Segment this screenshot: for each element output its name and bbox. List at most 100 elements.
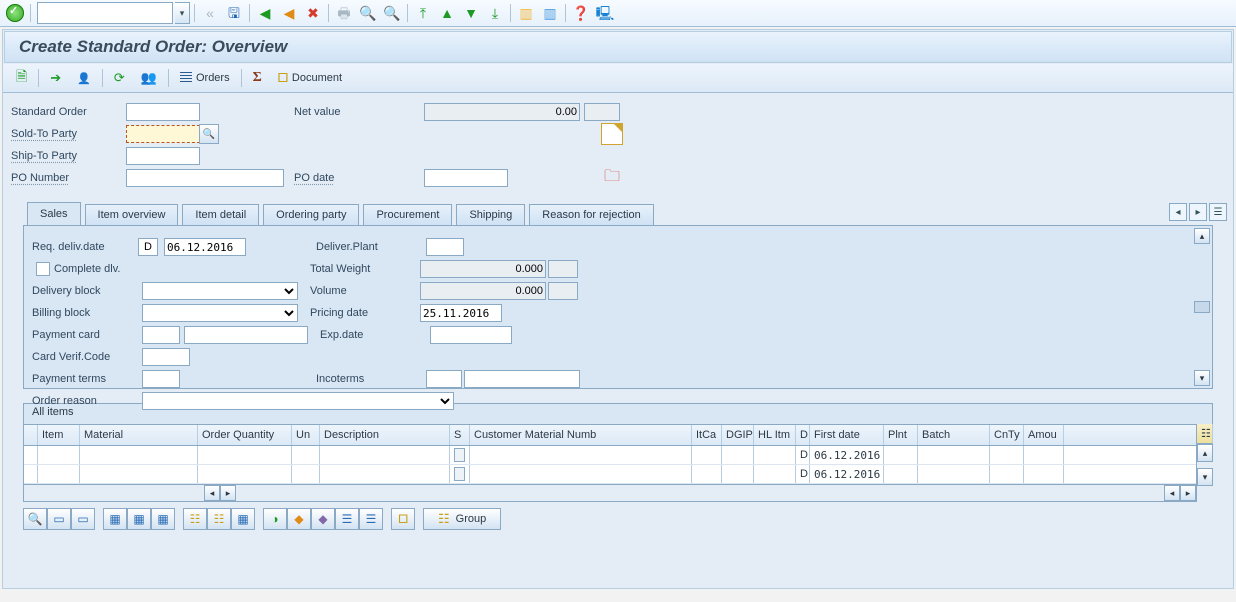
cell[interactable] [198,446,292,464]
tab-scroll-right[interactable]: ▸ [1189,203,1207,221]
exp-date-input[interactable] [430,326,512,344]
cell[interactable] [884,446,918,464]
col-customer-material-numb[interactable]: Customer Material Numb [470,425,692,445]
first-page-button[interactable]: ⤒ [412,2,434,24]
po-number-input[interactable] [126,169,284,187]
col-plnt[interactable]: Plnt [884,425,918,445]
tab-ordering-party[interactable]: Ordering party [263,204,359,225]
cell[interactable] [470,465,692,483]
cell[interactable] [450,465,470,483]
last-page-button[interactable]: ⤓ [484,2,506,24]
pane-scroll-down[interactable]: ▾ [1194,370,1210,386]
cell[interactable] [754,446,796,464]
tab-shipping[interactable]: Shipping [456,204,525,225]
req-deliv-type-input[interactable] [138,238,158,256]
hscroll-right[interactable]: ▸ [220,485,236,501]
help-button[interactable]: ❓ [570,2,592,24]
table-row[interactable]: D06.12.2016 [24,465,1196,484]
cell[interactable]: 06.12.2016 [810,446,884,464]
cell[interactable]: 06.12.2016 [810,465,884,483]
cell[interactable] [754,465,796,483]
conditions-button[interactable]: ◆ [287,508,311,530]
enter-button[interactable] [4,2,26,24]
standard-order-input[interactable] [126,103,200,121]
row-selector[interactable] [24,446,38,464]
s-checkbox[interactable] [454,448,465,462]
po-date-input[interactable] [424,169,508,187]
layout-button[interactable]: 🖳 [594,2,616,24]
cell[interactable] [722,465,754,483]
ship-to-input[interactable] [126,147,200,165]
prev-history-button[interactable]: « [199,2,221,24]
command-field[interactable] [37,2,173,24]
command-dropdown[interactable]: ▾ [175,2,190,24]
schedule-button[interactable]: 👥 [134,67,164,89]
payment-card-type-input[interactable] [142,326,180,344]
cell[interactable] [1024,465,1064,483]
cell[interactable]: D [796,465,810,483]
save-button[interactable]: 🖫 [223,2,245,24]
cell[interactable] [80,446,198,464]
cell[interactable] [38,446,80,464]
document-button[interactable]: 🞐Document [271,67,349,89]
hscroll-left[interactable]: ◂ [204,485,220,501]
pane-scroll-up[interactable]: ▴ [1194,228,1210,244]
req-deliv-date-input[interactable] [164,238,246,256]
sold-to-f4-button[interactable]: 🔍 [199,124,219,144]
display-doc-button[interactable]: 🗎 [9,67,34,89]
tab-scroll-left[interactable]: ◂ [1169,203,1187,221]
cell[interactable] [722,446,754,464]
col-first-date[interactable]: First date [810,425,884,445]
col-itca[interactable]: ItCa [692,425,722,445]
deselect-all-button[interactable]: ▭ [71,508,95,530]
sold-to-input[interactable] [126,125,200,143]
col-un[interactable]: Un [292,425,320,445]
sort-desc-button[interactable]: ▦ [151,508,175,530]
cell[interactable] [320,465,450,483]
payment-card-number-input[interactable] [184,326,308,344]
card-verif-input[interactable] [142,348,190,366]
cell[interactable] [918,446,990,464]
pricing-date-input[interactable] [420,304,502,322]
item-conditions-button[interactable]: ⟳ [107,67,132,89]
delivery-block-select[interactable] [142,282,298,300]
cell[interactable] [990,446,1024,464]
col-batch[interactable]: Batch [918,425,990,445]
schedule-lines-button[interactable]: ◑ [263,508,287,530]
texts-button[interactable]: ☰ [335,508,359,530]
cell[interactable] [320,446,450,464]
col-d[interactable]: D [796,425,810,445]
header-detail-button[interactable]: ➔ [43,67,68,89]
s-checkbox[interactable] [454,467,465,481]
grid-config-button[interactable]: ☷ [1197,424,1213,444]
col-dgip[interactable]: DGIP [722,425,754,445]
hscroll-right2[interactable]: ▸ [1180,485,1196,501]
tab-list-button[interactable]: ☰ [1209,203,1227,221]
cell[interactable] [470,446,692,464]
order-reason-select[interactable] [142,392,454,410]
cell[interactable] [692,446,722,464]
tab-item-overview[interactable]: Item overview [85,204,179,225]
page-down-button[interactable]: ▼ [460,2,482,24]
propose-items-button[interactable]: ☷ [183,508,207,530]
cell[interactable]: D [796,446,810,464]
cell[interactable] [292,446,320,464]
other-table-button[interactable]: ▦ [231,508,255,530]
new-session-button[interactable]: ▥ [515,2,537,24]
config-cols-button[interactable]: ▦ [103,508,127,530]
col-s[interactable]: S [450,425,470,445]
cell[interactable] [450,446,470,464]
cell[interactable] [38,465,80,483]
sort-asc-button[interactable]: ▦ [127,508,151,530]
col-amou[interactable]: Amou [1024,425,1064,445]
col-item[interactable]: Item [38,425,80,445]
tab-procurement[interactable]: Procurement [363,204,452,225]
cell[interactable] [292,465,320,483]
vscroll-down[interactable]: ▾ [1197,468,1213,486]
cell[interactable] [918,465,990,483]
cell[interactable] [198,465,292,483]
incoterms2-input[interactable] [464,370,580,388]
document-icon[interactable] [601,123,623,145]
fast-change-button[interactable]: ☷ [207,508,231,530]
cell[interactable] [884,465,918,483]
